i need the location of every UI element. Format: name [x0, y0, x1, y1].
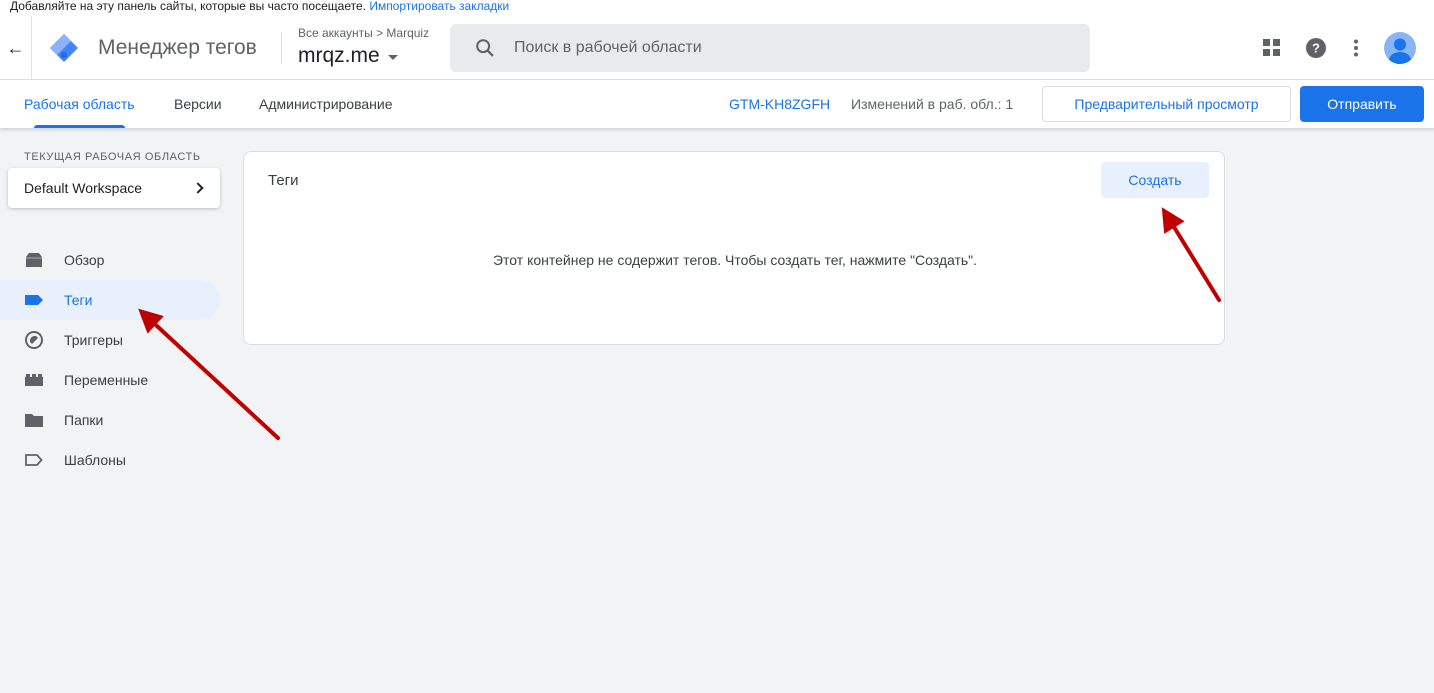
svg-text:?: ?: [1312, 41, 1320, 56]
back-arrow-icon: ←: [6, 37, 25, 58]
sidebar-item-label: Шаблоны: [64, 452, 126, 468]
template-icon: [24, 450, 44, 470]
product-name: Менеджер тегов: [98, 36, 257, 59]
search-input[interactable]: [514, 39, 1074, 57]
sidebar-item-tags[interactable]: Теги: [0, 280, 220, 320]
tag-icon: [24, 290, 44, 310]
bookmarks-bar: Добавляйте на эту панель сайты, которые …: [0, 0, 1434, 16]
back-button[interactable]: ←: [0, 16, 32, 80]
overview-icon: [24, 250, 44, 270]
container-selector[interactable]: mrqz.me: [298, 43, 398, 69]
tab-versions[interactable]: Версии: [174, 80, 222, 128]
current-workspace-label: ТЕКУЩАЯ РАБОЧАЯ ОБЛАСТЬ: [24, 151, 201, 163]
apps-grid-icon[interactable]: [1260, 36, 1284, 60]
sidebar-item-label: Теги: [64, 292, 93, 308]
sidebar-item-label: Триггеры: [64, 332, 123, 348]
workspace-search[interactable]: [450, 24, 1090, 72]
tags-card: Теги Создать Этот контейнер не содержит …: [243, 151, 1225, 345]
header-divider: [281, 32, 282, 64]
search-icon: [476, 39, 494, 57]
chevron-down-icon: [387, 54, 398, 60]
trigger-icon: [24, 330, 44, 350]
folder-icon: [24, 410, 44, 430]
sidebar-item-label: Переменные: [64, 372, 149, 388]
container-id-link[interactable]: GTM-KH8ZGFH: [729, 80, 830, 128]
sidebar-item-variables[interactable]: Переменные: [0, 360, 220, 400]
bookmarks-bar-text: Добавляйте на эту панель сайты, которые …: [10, 0, 366, 13]
workspace-name: Default Workspace: [24, 180, 143, 196]
sidebar-item-label: Обзор: [64, 252, 105, 268]
preview-button[interactable]: Предварительный просмотр: [1042, 86, 1291, 122]
import-bookmarks-link[interactable]: Импортировать закладки: [369, 0, 509, 13]
sidebar-item-overview[interactable]: Обзор: [0, 240, 220, 280]
sidebar-item-triggers[interactable]: Триггеры: [0, 320, 220, 360]
avatar[interactable]: [1384, 32, 1416, 64]
sidebar-item-folders[interactable]: Папки: [0, 400, 220, 440]
workspace-toolbar: Рабочая область Версии Администрирование…: [0, 80, 1434, 128]
help-icon[interactable]: ?: [1304, 36, 1328, 60]
account-breadcrumb[interactable]: Все аккаунты > Marquiz: [298, 26, 429, 40]
sidebar-item-label: Папки: [64, 412, 104, 428]
empty-state-message: Этот контейнер не содержит тегов. Чтобы …: [492, 252, 978, 268]
tab-admin[interactable]: Администрирование: [259, 80, 393, 128]
app-header: ← Менеджер тегов Все аккаунты > Marquiz …: [0, 16, 1434, 80]
workspace-changes-count: Изменений в раб. обл.: 1: [851, 96, 1014, 112]
tab-workspace[interactable]: Рабочая область: [24, 80, 135, 128]
sidebar-item-templates[interactable]: Шаблоны: [0, 440, 220, 480]
workspace-selector[interactable]: Default Workspace: [8, 168, 220, 208]
card-title: Теги: [268, 172, 299, 189]
variable-icon: [24, 370, 44, 390]
create-tag-button[interactable]: Создать: [1101, 162, 1209, 198]
container-name: mrqz.me: [298, 44, 380, 67]
more-vert-icon[interactable]: [1344, 36, 1368, 60]
user-avatar-icon: [1389, 38, 1411, 64]
chevron-right-icon: [192, 182, 204, 194]
submit-button[interactable]: Отправить: [1300, 86, 1424, 122]
tag-manager-logo: [50, 34, 78, 62]
